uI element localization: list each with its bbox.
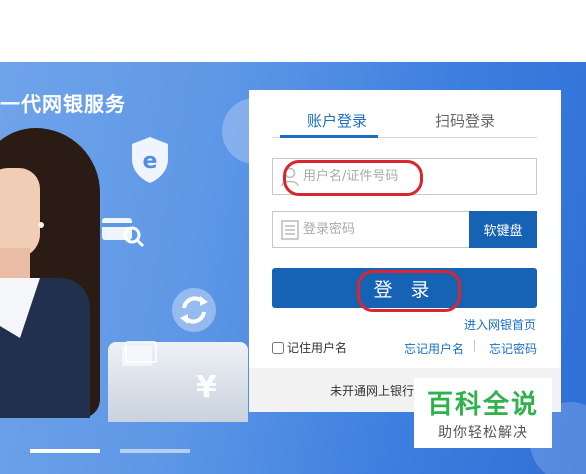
remember-username: 记住用户名: [272, 339, 347, 356]
password-input[interactable]: [303, 212, 483, 247]
link-divider: [474, 340, 475, 352]
top-header-bar: [0, 0, 586, 62]
active-tab-indicator: [280, 135, 378, 138]
carousel-dot[interactable]: [30, 449, 100, 453]
refresh-icon: [170, 286, 218, 334]
login-tabs: 账户登录 扫码登录: [272, 90, 537, 138]
enter-bank-home-link[interactable]: 进入网银首页: [464, 316, 536, 333]
forgot-username-link[interactable]: 忘记用户名: [404, 340, 464, 357]
soft-keyboard-button[interactable]: 软键盘: [469, 211, 537, 248]
watermark-title: 百科全说: [426, 390, 539, 420]
tab-qr-login[interactable]: 扫码登录: [435, 110, 495, 131]
card-search-icon: [101, 215, 145, 249]
password-field: 软键盘: [272, 211, 537, 248]
banner-slogan: 一代网银服务: [0, 92, 126, 116]
svg-text:e: e: [143, 149, 158, 174]
tab-account-login[interactable]: 账户登录: [307, 110, 367, 131]
watermark-subtitle: 助你轻松解决: [438, 425, 528, 441]
annotation-highlight-login: [357, 270, 461, 312]
annotation-highlight-username: [283, 160, 423, 196]
watermark-logo: 百科全说 助你轻松解决: [414, 378, 552, 448]
open-online-banking-text[interactable]: 未开通网上银行: [330, 382, 414, 399]
yen-icon: ¥: [196, 370, 217, 405]
carousel-indicators: [30, 449, 190, 453]
banner-person-illustration: [0, 128, 110, 418]
ie-shield-icon: e: [128, 135, 172, 185]
remember-username-label: 记住用户名: [287, 341, 348, 355]
login-panel: 账户登录 扫码登录 软键盘 登 录 进入网银首页 记住用户名 忘记: [249, 90, 561, 412]
wallet-icon: [120, 340, 158, 370]
keypad-icon: [281, 220, 299, 240]
forgot-password-link[interactable]: 忘记密码: [489, 340, 537, 357]
remember-username-checkbox[interactable]: [272, 341, 284, 354]
carousel-dot[interactable]: [120, 449, 190, 453]
